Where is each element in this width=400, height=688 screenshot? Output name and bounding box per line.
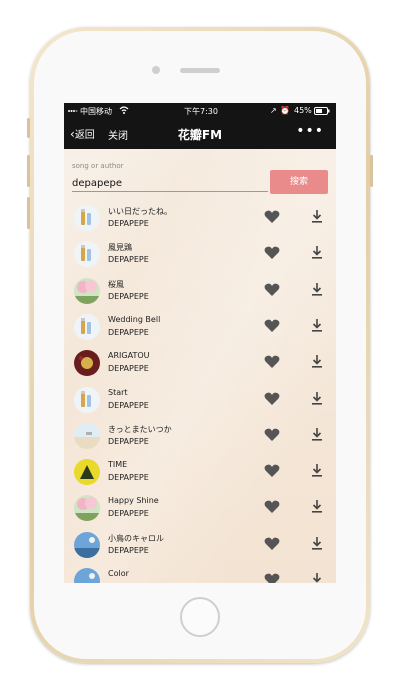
heart-icon[interactable] xyxy=(264,428,280,442)
heart-icon[interactable] xyxy=(264,392,280,406)
list-item[interactable]: Color xyxy=(64,565,336,583)
download-icon[interactable] xyxy=(311,391,323,405)
song-artist: DEPAPEPE xyxy=(108,545,149,555)
song-artist: DEPAPEPE xyxy=(108,364,149,374)
heart-icon[interactable] xyxy=(264,355,280,369)
album-art xyxy=(74,350,100,377)
carrier-name: 中国移动 xyxy=(80,107,112,116)
song-title: ARIGATOU xyxy=(108,351,150,361)
album-art xyxy=(74,459,100,486)
song-artist: DEPAPEPE xyxy=(108,473,149,483)
song-artist: DEPAPEPE xyxy=(108,400,149,410)
download-icon[interactable] xyxy=(311,354,323,368)
song-title: 桜風 xyxy=(108,279,124,289)
signal-icon xyxy=(68,107,78,116)
album-art xyxy=(74,386,100,413)
list-item[interactable]: 風見鶏 DEPAPEPE xyxy=(64,238,336,274)
volume-down-button xyxy=(27,197,30,229)
list-item[interactable]: 小鳥のキャロル DEPAPEPE xyxy=(64,529,336,565)
album-art xyxy=(74,568,100,583)
heart-icon[interactable] xyxy=(264,319,280,333)
heart-icon[interactable] xyxy=(264,246,280,260)
song-title: いい日だったね。 xyxy=(108,207,172,216)
front-camera xyxy=(152,66,160,74)
song-title: Color xyxy=(108,569,129,578)
download-icon[interactable] xyxy=(311,318,323,332)
song-artist: DEPAPEPE xyxy=(108,255,149,265)
album-art xyxy=(74,422,100,449)
song-title: Happy Shine xyxy=(108,496,159,506)
song-artist: DEPAPEPE xyxy=(108,327,149,337)
download-icon[interactable] xyxy=(311,245,323,259)
search-button[interactable]: 搜索 xyxy=(270,170,328,194)
download-icon[interactable] xyxy=(311,209,323,223)
download-icon[interactable] xyxy=(311,572,323,583)
volume-up-button xyxy=(27,155,30,187)
nav-bar: ‹返回 关闭 花瓣FM ••• xyxy=(64,119,336,149)
home-button[interactable] xyxy=(180,597,220,637)
search-input[interactable] xyxy=(72,175,268,192)
heart-icon[interactable] xyxy=(264,537,280,551)
list-item[interactable]: Wedding Bell DEPAPEPE xyxy=(64,311,336,347)
battery-icon xyxy=(314,107,330,117)
earpiece-speaker xyxy=(180,68,220,73)
song-artist: DEPAPEPE xyxy=(108,436,149,446)
screen: 中国移动 下午7:30 ↗ ⏰ 45% ‹返回 关闭 花瓣FM ••• song… xyxy=(64,103,336,583)
song-artist: DEPAPEPE xyxy=(108,509,149,519)
power-button xyxy=(370,155,373,187)
download-icon[interactable] xyxy=(311,282,323,296)
album-art xyxy=(74,205,100,231)
song-title: Start xyxy=(108,387,128,397)
heart-icon[interactable] xyxy=(264,210,280,224)
list-item[interactable]: いい日だったね。 DEPAPEPE xyxy=(64,202,336,238)
download-icon[interactable] xyxy=(311,536,323,550)
heart-icon[interactable] xyxy=(264,464,280,478)
download-icon[interactable] xyxy=(311,463,323,477)
clock: 下午7:30 xyxy=(184,107,218,116)
album-art xyxy=(74,241,100,268)
album-art xyxy=(74,531,100,558)
album-art xyxy=(74,313,100,340)
page-title: 花瓣FM xyxy=(177,128,223,142)
silent-switch xyxy=(27,118,30,138)
battery-percent: 45% xyxy=(294,106,312,115)
download-icon[interactable] xyxy=(311,499,323,513)
location-icon: ↗ xyxy=(270,106,277,115)
album-art xyxy=(74,495,100,522)
search-label: song or author xyxy=(72,162,124,170)
alarm-icon: ⏰ xyxy=(280,106,290,115)
song-title: きっとまたいつか xyxy=(108,424,172,434)
song-title: 小鳥のキャロル xyxy=(108,533,164,543)
list-item[interactable]: Start DEPAPEPE xyxy=(64,384,336,420)
song-title: TIME xyxy=(108,460,128,470)
list-item[interactable]: TIME DEPAPEPE xyxy=(64,456,336,492)
song-artist: DEPAPEPE xyxy=(108,219,149,228)
heart-icon[interactable] xyxy=(264,500,280,514)
wifi-icon xyxy=(119,106,129,116)
song-title: Wedding Bell xyxy=(108,314,161,324)
more-button[interactable]: ••• xyxy=(296,123,324,139)
song-title: 風見鶏 xyxy=(108,243,132,253)
heart-icon[interactable] xyxy=(264,573,280,583)
download-icon[interactable] xyxy=(311,427,323,441)
album-art xyxy=(74,277,100,304)
song-artist: DEPAPEPE xyxy=(108,291,149,301)
list-item[interactable]: きっとまたいつか DEPAPEPE xyxy=(64,420,336,456)
list-item[interactable]: ARIGATOU DEPAPEPE xyxy=(64,347,336,383)
list-item[interactable]: 桜風 DEPAPEPE xyxy=(64,275,336,311)
heart-icon[interactable] xyxy=(264,283,280,297)
status-bar: 中国移动 下午7:30 ↗ ⏰ 45% xyxy=(64,103,336,119)
list-item[interactable]: Happy Shine DEPAPEPE xyxy=(64,492,336,528)
